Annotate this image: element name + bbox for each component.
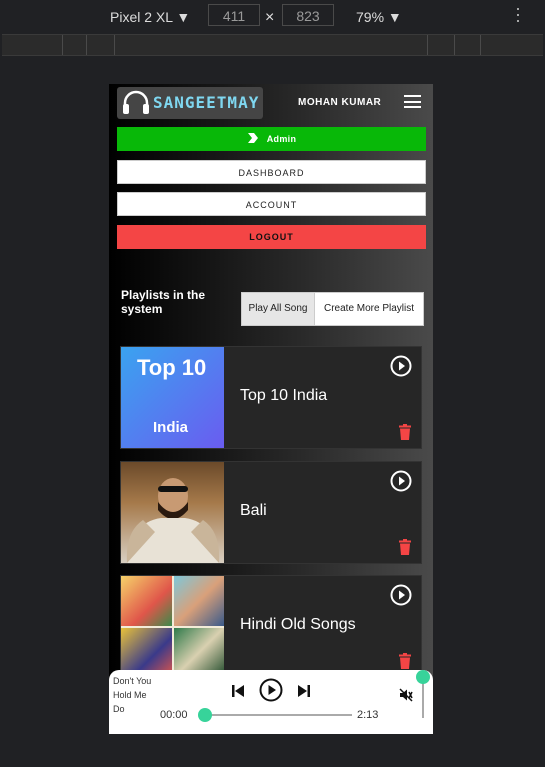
playlist-actions: Play All Song Create More Playlist (241, 292, 424, 326)
playlist-name: Hindi Old Songs (240, 616, 356, 633)
volume-muted-icon[interactable] (399, 688, 413, 702)
playlist-name: Top 10 India (240, 387, 328, 404)
thumb-title: Top 10 (137, 355, 207, 380)
account-button[interactable]: ACCOUNT (117, 192, 426, 216)
volume-thumb[interactable] (416, 670, 430, 684)
playlist-thumbnail: Top 10 India (121, 347, 224, 448)
playlist-card[interactable]: Top 10 India Top 10 India (120, 346, 422, 449)
play-circle-icon[interactable] (390, 584, 412, 606)
device-select[interactable]: Pixel 2 XL ▼ (110, 9, 190, 25)
play-all-button[interactable]: Play All Song (242, 293, 315, 325)
headphones-icon (123, 90, 149, 114)
playlist-thumbnail (121, 462, 224, 563)
play-circle-icon[interactable] (390, 470, 412, 492)
current-time: 00:00 (160, 709, 188, 721)
height-field[interactable]: 823 (282, 4, 334, 26)
playlists-heading: Playlists in the system (121, 288, 206, 316)
playlist-thumbnail (121, 576, 224, 677)
duration: 2:13 (357, 709, 379, 721)
trash-icon[interactable] (398, 653, 412, 669)
width-field[interactable]: 411 (208, 4, 260, 26)
album-collage (121, 576, 224, 677)
admin-label: Admin (266, 134, 297, 144)
admin-button[interactable]: Admin (117, 127, 426, 151)
devtools-toolbar: Pixel 2 XL ▼ 411 × 823 79% ▼ · · · (0, 0, 545, 34)
logout-button[interactable]: LOGOUT (117, 225, 426, 249)
playlist-card[interactable]: Bali (120, 461, 422, 564)
progress-track[interactable] (205, 714, 352, 716)
trash-icon[interactable] (398, 539, 412, 555)
media-query-ruler (2, 34, 543, 56)
chevron-right-icon (247, 133, 258, 143)
skip-next-icon[interactable] (297, 684, 311, 698)
trash-icon[interactable] (398, 424, 412, 440)
user-name[interactable]: MOHAN KUMAR (298, 97, 381, 108)
play-icon[interactable] (259, 678, 283, 702)
dashboard-button[interactable]: DASHBOARD (117, 160, 426, 184)
playlist-card[interactable]: Hindi Old Songs (120, 575, 422, 678)
create-playlist-button[interactable]: Create More Playlist (315, 293, 423, 325)
dimension-separator: × (265, 9, 275, 26)
volume-track[interactable] (422, 682, 424, 718)
progress-thumb[interactable] (198, 708, 212, 722)
thumb-subtitle: India (153, 419, 189, 436)
more-options-icon[interactable]: · · · (514, 0, 522, 29)
zoom-select[interactable]: 79% ▼ (356, 9, 402, 25)
music-player: Don't You Hold Me Do 00:00 2:13 (109, 670, 433, 734)
playlist-name: Bali (240, 502, 267, 519)
artist-silhouette (126, 478, 220, 563)
play-circle-icon[interactable] (390, 355, 412, 377)
skip-previous-icon[interactable] (231, 684, 245, 698)
app-header: SANGEETMAY MOHAN KUMAR (109, 84, 433, 124)
track-title: Don't You Hold Me Do (113, 676, 152, 714)
mobile-viewport: SANGEETMAY MOHAN KUMAR Admin DASHBOARD A… (109, 84, 433, 734)
hamburger-menu-icon[interactable] (404, 95, 421, 108)
app-logo[interactable]: SANGEETMAY (117, 87, 263, 119)
logo-text: SANGEETMAY (153, 93, 260, 112)
